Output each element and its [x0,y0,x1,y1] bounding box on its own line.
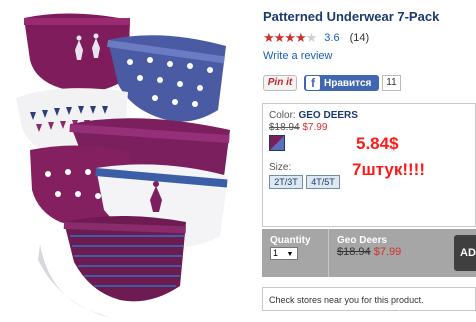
add-to-bag-button[interactable]: AD [454,235,476,271]
write-review-link[interactable]: Write a review [263,50,332,62]
cart-price-new: $7.99 [373,246,402,258]
price-old: $18.94 [269,122,300,133]
review-count: (14) [349,32,370,44]
price-new: $7.99 [302,122,328,133]
product-title: Patterned Underwear 7-Pack [263,9,440,24]
store-locator-link[interactable]: Check stores near you for this product. [262,287,476,311]
size-label: Size: [269,162,292,173]
cart-bar: Quantity 1 ▼ Geo Deers $18.94 $7.99 AD [262,229,476,277]
color-name: GEO DEERS [298,110,358,121]
product-image[interactable] [0,0,256,322]
cart-item-name: Geo Deers [337,235,388,246]
like-label: Нравится [324,77,372,89]
cart-divider [328,229,329,277]
pinterest-button[interactable]: Pin it [263,75,297,91]
size-option-4t5t[interactable]: 4T/5T [306,175,340,189]
product-photo [16,13,230,318]
cart-price: $18.94 $7.99 [337,246,401,258]
facebook-icon: f [306,76,320,90]
facebook-like-button[interactable]: f Нравится [304,75,379,91]
color-label: Color: GEO DEERS [269,110,358,121]
color-swatch[interactable] [269,135,285,151]
rating-stars[interactable]: ★★★★★ [263,30,317,46]
quantity-value: 1 [273,248,279,258]
color-label-text: Color: [269,110,296,121]
count-annotation: 7штук!!!! [352,160,425,179]
price-row: $18.94 $7.99 [269,122,327,133]
quantity-label: Quantity [270,235,311,246]
size-option-2t3t[interactable]: 2T/3T [269,175,303,189]
chevron-down-icon: ▼ [286,251,294,258]
rating-value[interactable]: 3.6 [324,32,339,44]
price-annotation: 5.84$ [356,134,399,153]
quantity-select[interactable]: 1 ▼ [270,247,298,260]
like-count: 11 [382,75,401,91]
rating-row: ★★★★★ 3.6 (14) [263,30,370,46]
cart-price-old: $18.94 [337,246,371,258]
